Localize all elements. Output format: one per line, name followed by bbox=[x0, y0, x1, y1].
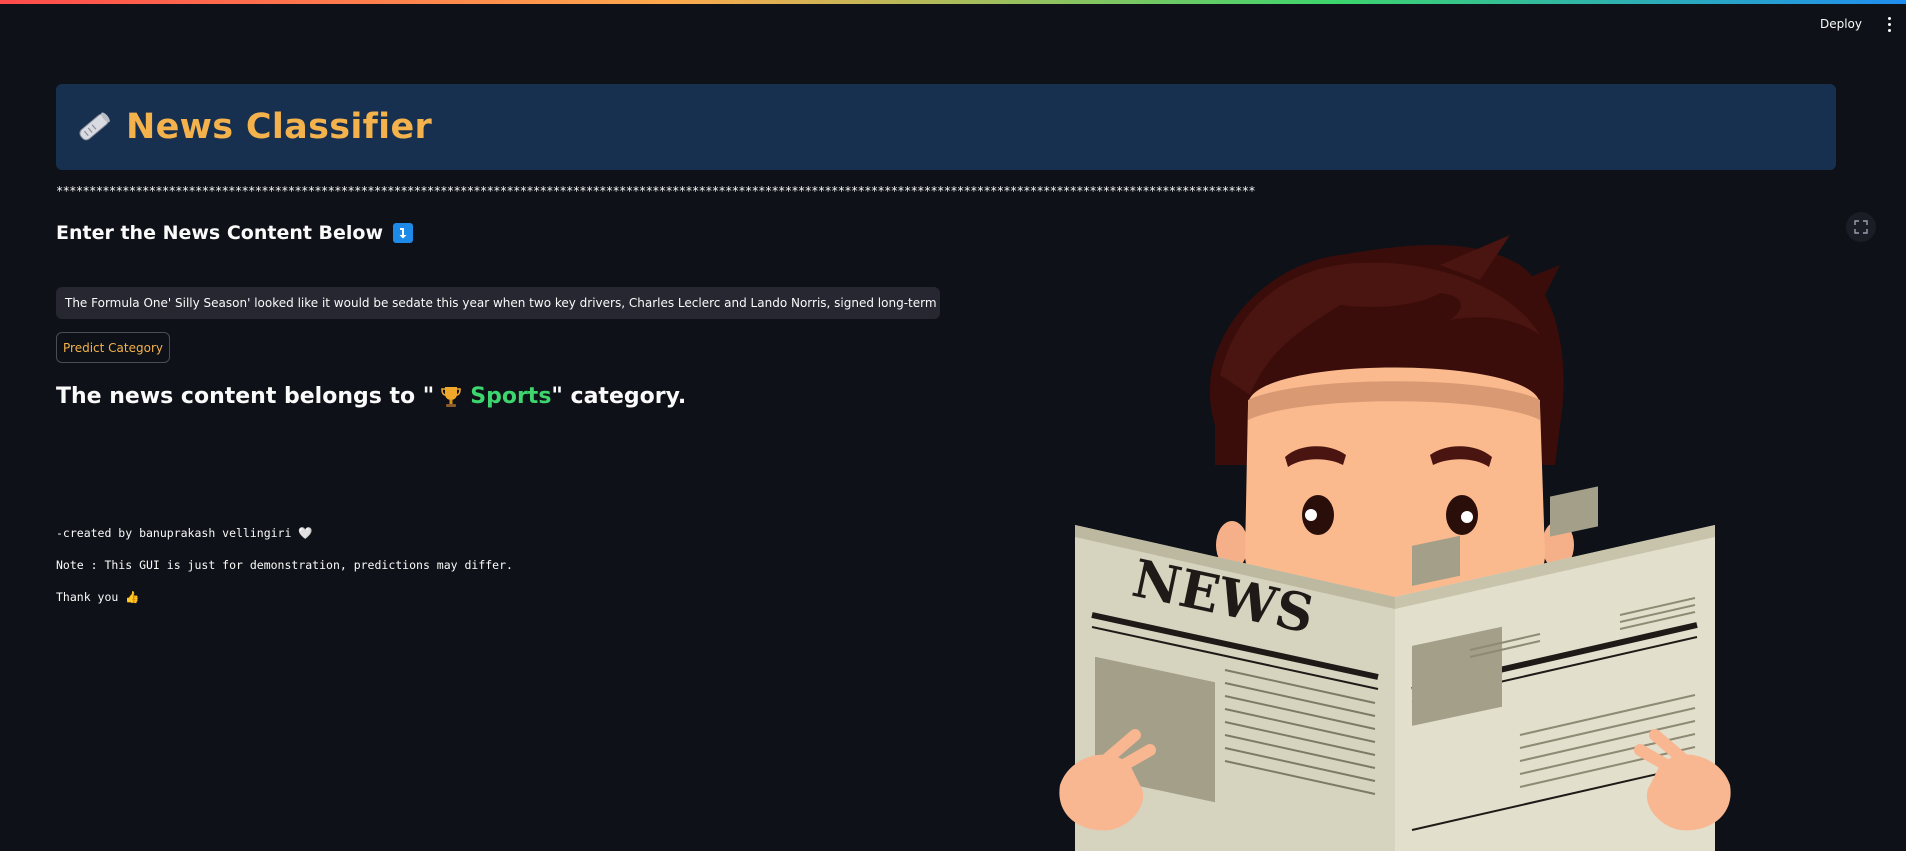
input-heading-text: Enter the News Content Below bbox=[56, 222, 384, 244]
app-toolbar: Deploy bbox=[1814, 10, 1896, 38]
predict-category-button[interactable]: Predict Category bbox=[56, 332, 170, 363]
arrow-down-right-icon bbox=[393, 223, 414, 243]
fullscreen-expand-icon[interactable] bbox=[1846, 212, 1876, 242]
result-prefix: The news content belongs to " bbox=[56, 384, 435, 409]
separator-line: ****************************************… bbox=[56, 184, 1256, 198]
top-decoration-stripe bbox=[0, 0, 1906, 4]
rolled-newspaper-icon bbox=[79, 112, 110, 141]
input-section-heading: Enter the News Content Below bbox=[56, 222, 414, 244]
kebab-menu-icon[interactable] bbox=[1882, 15, 1896, 33]
man-reading-newspaper-illustration: NEWS bbox=[1059, 235, 1731, 851]
news-content-value: The Formula One' Silly Season' looked li… bbox=[65, 296, 940, 310]
trophy-icon bbox=[441, 386, 462, 407]
predicted-category: Sports bbox=[470, 384, 552, 409]
app-title: News Classifier bbox=[126, 107, 433, 147]
prediction-result: The news content belongs to " Sports " c… bbox=[56, 384, 686, 409]
news-content-input[interactable]: The Formula One' Silly Season' looked li… bbox=[56, 287, 940, 319]
deploy-button[interactable]: Deploy bbox=[1814, 13, 1868, 35]
thank-you-text: Thank you 👍 bbox=[56, 590, 140, 604]
result-suffix: " category. bbox=[551, 384, 687, 409]
disclaimer-note: Note : This GUI is just for demonstratio… bbox=[56, 558, 513, 572]
header-banner: News Classifier bbox=[56, 84, 1836, 170]
created-by-text: -created by banuprakash vellingiri 🤍 bbox=[56, 526, 313, 540]
